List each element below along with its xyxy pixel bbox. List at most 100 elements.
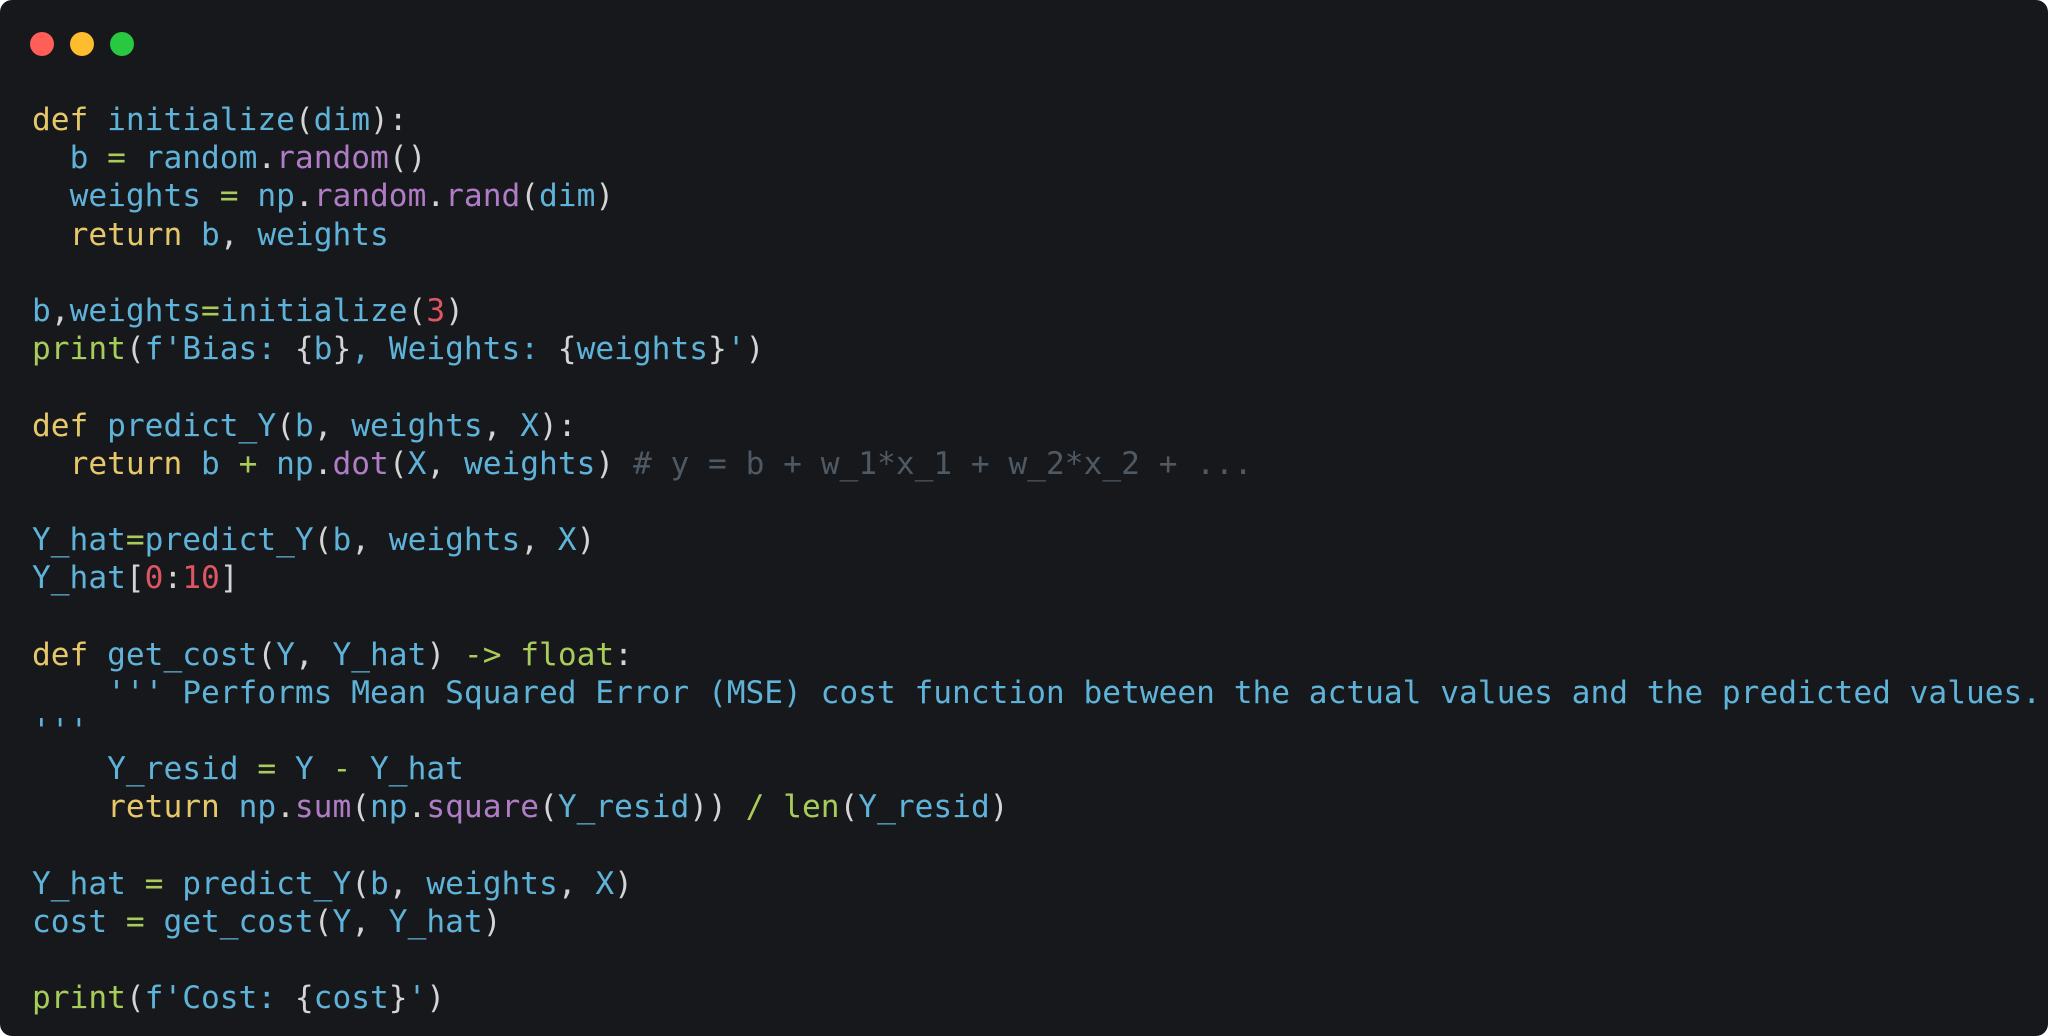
code-line: def predict_Y(b, weights, X): <box>32 407 2028 445</box>
code-token-punc: ( <box>520 178 540 215</box>
code-token-punc <box>182 217 201 253</box>
code-token-id: Y_hat <box>388 903 483 940</box>
code-token-id: Y_hat <box>370 751 464 788</box>
code-token-op: = <box>144 865 164 902</box>
code-token-op: = <box>107 140 126 177</box>
code-token-punc <box>32 675 107 711</box>
code-token-id: b <box>313 331 333 368</box>
code-token-fn: initialize <box>219 292 408 329</box>
code-token-id: Y_resid <box>858 789 990 826</box>
code-token-punc: ( <box>276 407 295 444</box>
code-token-punc: ) <box>989 789 1009 826</box>
code-token-fn: get_cost <box>107 636 258 673</box>
code-token-id: b <box>294 407 314 444</box>
code-token-punc: , <box>50 292 70 329</box>
code-token-punc: { <box>557 331 577 368</box>
code-token-id: weights <box>69 292 201 329</box>
code-token-fn: get_cost <box>163 903 314 940</box>
code-token-punc: ( <box>313 903 333 940</box>
code-token-builtin: print <box>32 331 126 368</box>
code-token-punc: ( <box>388 445 408 482</box>
code-token-punc: ) <box>614 865 633 902</box>
code-token-punc: . <box>407 789 427 826</box>
code-token-op: = <box>125 522 145 559</box>
code-token-id: Y_hat <box>32 560 126 597</box>
code-token-id: weights <box>463 445 596 482</box>
code-line: b,weights=initialize(3) <box>32 292 2028 330</box>
code-token-str: ' <box>726 331 746 368</box>
code-line: Y_hat=predict_Y(b, weights, X) <box>32 521 2028 559</box>
code-token-punc <box>201 178 220 214</box>
close-window-icon[interactable] <box>30 32 54 56</box>
code-window: def initialize(dim): b = random.random()… <box>0 0 2048 1036</box>
code-token-punc <box>107 904 126 940</box>
code-token-punc: ) <box>426 980 446 1017</box>
code-token-punc: } <box>708 331 727 368</box>
code-token-builtin: len <box>783 789 840 826</box>
code-token-punc: () <box>388 140 427 177</box>
code-token-id: Y_resid <box>107 751 239 788</box>
code-block: def initialize(dim): b = random.random()… <box>32 101 2041 1018</box>
code-token-id: X <box>407 445 427 482</box>
code-token-punc: ( <box>294 102 314 138</box>
code-token-punc <box>764 789 783 825</box>
code-token-punc: : <box>614 636 633 673</box>
code-token-punc: . <box>276 789 295 826</box>
code-token-attr: random <box>313 178 427 215</box>
code-token-punc: . <box>426 178 446 215</box>
code-token-id: b <box>332 522 352 559</box>
code-token-id: weights <box>388 522 521 559</box>
code-token-id: cost <box>313 980 389 1017</box>
code-token-op: -> <box>463 636 502 673</box>
code-token-str: f'Cost: <box>144 980 295 1017</box>
code-token-fn: predict_Y <box>144 522 314 559</box>
code-token-punc: . <box>294 178 314 215</box>
code-token-punc <box>88 102 107 138</box>
code-token-id: X <box>557 522 577 559</box>
code-token-punc: )) <box>689 789 746 826</box>
code-token-id: X <box>595 865 615 902</box>
code-token-punc: , <box>557 865 596 902</box>
code-token-punc: . <box>257 140 277 177</box>
maximize-window-icon[interactable] <box>110 32 134 56</box>
code-token-punc: ) <box>595 178 615 215</box>
code-token-num: 0 <box>144 560 164 597</box>
code-token-id: Y_resid <box>557 789 690 826</box>
code-token-id: weights <box>69 178 201 215</box>
code-token-punc <box>32 140 70 176</box>
code-token-id: random <box>144 140 258 177</box>
code-line: ''' <box>32 712 2028 750</box>
code-token-str: , Weights: <box>351 331 558 368</box>
code-token-punc: , <box>313 407 352 444</box>
code-token-punc <box>88 140 107 176</box>
code-token-punc: ) <box>482 903 502 940</box>
code-token-punc <box>314 751 333 787</box>
code-token-punc: , <box>482 407 521 444</box>
code-token-op: = <box>257 751 277 788</box>
minimize-window-icon[interactable] <box>70 32 94 56</box>
code-token-id: Y <box>276 636 295 673</box>
code-token-id: b <box>201 216 220 253</box>
code-token-op: = <box>125 903 145 940</box>
code-token-punc <box>257 446 276 482</box>
code-token-punc <box>163 866 182 902</box>
code-token-op: - <box>332 751 352 788</box>
code-token-punc <box>182 446 201 482</box>
code-token-id: weights <box>351 407 483 444</box>
code-token-punc: . <box>313 445 333 482</box>
code-line: weights = np.random.rand(dim) <box>32 177 2028 215</box>
code-token-punc <box>88 408 107 444</box>
code-token-punc: , <box>426 445 464 482</box>
code-token-id: dim <box>313 102 371 138</box>
code-token-punc: ( <box>351 789 371 826</box>
code-token-punc <box>126 140 145 176</box>
code-token-kw: return <box>69 216 183 253</box>
code-token-punc <box>220 789 239 825</box>
code-token-str: f'Bias: <box>144 331 295 368</box>
code-token-punc: ( <box>313 522 333 559</box>
code-token-punc <box>32 178 70 214</box>
code-token-builtin: print <box>32 980 126 1017</box>
code-line: print(f'Bias: {b}, Weights: {weights}') <box>32 330 2028 368</box>
